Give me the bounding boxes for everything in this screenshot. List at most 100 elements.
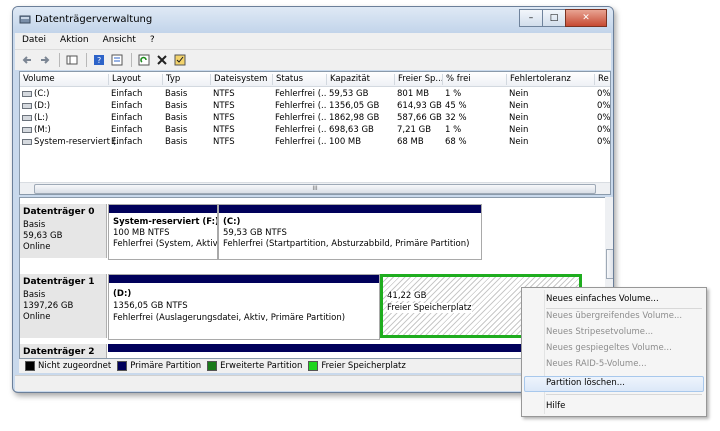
volume-name-cell: (L:) xyxy=(34,113,49,123)
table-row[interactable]: (M:) Einfach Basis NTFS Fehlerfrei (... 698,6… xyxy=(20,124,611,136)
table-cell: Nein xyxy=(509,113,529,123)
volume-name-cell: (D:) xyxy=(34,101,51,111)
close-button[interactable]: ✕ xyxy=(565,9,607,27)
menu-item-new-simple-volume[interactable]: Neues einfaches Volume... xyxy=(546,294,659,304)
table-cell: Basis xyxy=(165,89,188,99)
menu-help[interactable]: ? xyxy=(143,33,162,49)
column-header[interactable]: Typ xyxy=(162,74,180,85)
scrollbar-thumb[interactable]: III xyxy=(34,184,596,194)
table-cell: NTFS xyxy=(213,101,235,111)
table-cell: 801 MB xyxy=(397,89,430,99)
table-row[interactable]: (C:) Einfach Basis NTFS Fehlerfrei (... 59,53… xyxy=(20,88,611,100)
table-row[interactable]: (L:) Einfach Basis NTFS Fehlerfrei (... 1862,… xyxy=(20,112,611,124)
menu-item-new-striped-volume[interactable]: Neues Stripesetvolume... xyxy=(546,327,653,337)
table-cell: Basis xyxy=(165,101,188,111)
column-header[interactable]: Kapazität xyxy=(326,74,370,85)
table-row[interactable]: System-reserviert (... Einfach Basis NTFS Fe… xyxy=(20,136,611,148)
disk-name: Datenträger 2 xyxy=(23,347,95,357)
toolbar-separator xyxy=(59,53,60,67)
horizontal-scrollbar[interactable]: III xyxy=(20,182,610,194)
table-row[interactable]: (D:) Einfach Basis NTFS Fehlerfrei (... 1356,… xyxy=(20,100,611,112)
table-cell: Fehlerfrei (... xyxy=(275,101,327,111)
table-cell: NTFS xyxy=(213,125,235,135)
menu-gutter xyxy=(524,290,545,414)
column-header[interactable]: Re xyxy=(594,74,609,85)
window-controls: – □ ✕ xyxy=(519,9,607,27)
title-bar: Datenträgerverwaltung – □ ✕ xyxy=(13,7,613,33)
drive-icon xyxy=(22,115,32,121)
partition-c[interactable]: (C:) 59,53 GB NTFS Fehlerfrei (Startpart… xyxy=(218,204,482,260)
table-cell: 1356,05 GB xyxy=(329,101,380,111)
menu-item-help[interactable]: Hilfe xyxy=(546,401,565,411)
column-header[interactable]: Fehlertoleranz xyxy=(506,74,571,85)
column-header[interactable]: Volume xyxy=(20,74,55,85)
table-cell: 0% xyxy=(597,89,611,99)
disk-name: Datenträger 1 xyxy=(23,277,95,287)
legend-label: Nicht zugeordnet xyxy=(38,361,112,371)
refresh-icon[interactable] xyxy=(136,52,152,68)
disk-0-label[interactable]: Datenträger 0 Basis 59,63 GB Online xyxy=(20,204,107,258)
forward-arrow-icon[interactable] xyxy=(37,52,53,68)
disk-type: Basis xyxy=(23,220,46,230)
help-icon[interactable]: ? xyxy=(91,52,107,68)
partition-size: 1356,05 GB NTFS xyxy=(113,301,188,311)
checklist-icon[interactable] xyxy=(172,52,188,68)
table-cell: 32 % xyxy=(445,113,467,123)
column-header[interactable]: Dateisystem xyxy=(210,74,267,85)
disk-status: Online xyxy=(23,242,51,252)
scrollbar-thumb[interactable] xyxy=(606,249,613,279)
back-arrow-icon[interactable] xyxy=(19,52,35,68)
column-header[interactable]: Status xyxy=(272,74,303,85)
disk-name: Datenträger 0 xyxy=(23,207,95,217)
menu-item-new-mirrored-volume[interactable]: Neues gespiegeltes Volume... xyxy=(546,343,672,353)
menu-item-new-spanned-volume[interactable]: Neues übergreifendes Volume... xyxy=(546,311,682,321)
table-cell: 587,66 GB xyxy=(397,113,442,123)
table-cell: 1862,98 GB xyxy=(329,113,380,123)
partition-title: (C:) xyxy=(223,217,241,227)
drive-icon xyxy=(22,139,32,145)
menu-item-delete-partition[interactable]: Partition löschen... xyxy=(546,378,625,388)
primary-partition-bar xyxy=(109,275,379,283)
disk-1-label[interactable]: Datenträger 1 Basis 1397,26 GB Online xyxy=(20,274,107,338)
partition-size: 100 MB NTFS xyxy=(113,228,170,238)
disk-2-label[interactable]: Datenträger 2 xyxy=(20,344,107,358)
console-tree-icon[interactable] xyxy=(64,52,80,68)
legend-swatch xyxy=(207,361,218,371)
table-cell: Fehlerfrei (... xyxy=(275,137,327,147)
table-cell: 7,21 GB xyxy=(397,125,432,135)
partition-status: Fehlerfrei (Startpartition, Absturzabbil… xyxy=(223,239,470,249)
properties-icon[interactable] xyxy=(109,52,125,68)
partition-title: System-reserviert (F:) xyxy=(113,217,218,227)
toolbar-separator xyxy=(131,53,132,67)
table-cell: 0% xyxy=(597,113,611,123)
primary-partition-bar xyxy=(109,205,217,213)
column-header[interactable]: % frei xyxy=(442,74,471,85)
menu-aktion[interactable]: Aktion xyxy=(53,33,96,49)
disk-management-icon xyxy=(19,15,31,24)
table-cell: NTFS xyxy=(213,113,235,123)
delete-icon[interactable] xyxy=(154,52,170,68)
menu-ansicht[interactable]: Ansicht xyxy=(96,33,143,49)
partition-d[interactable]: (D:) 1356,05 GB NTFS Fehlerfrei (Auslage… xyxy=(108,274,380,340)
table-cell: 0% xyxy=(597,137,611,147)
svg-text:?: ? xyxy=(97,56,101,65)
disk-size: 1397,26 GB xyxy=(23,301,74,311)
partition-status: Fehlerfrei (Auslagerungsdatei, Aktiv, Pr… xyxy=(113,313,346,323)
table-cell: 0% xyxy=(597,101,611,111)
disk-type: Basis xyxy=(23,290,46,300)
table-cell: 59,53 GB xyxy=(329,89,369,99)
maximize-button[interactable]: □ xyxy=(542,9,566,27)
column-header[interactable]: Layout xyxy=(108,74,141,85)
toolbar: ? xyxy=(15,49,611,70)
menu-datei[interactable]: Datei xyxy=(15,33,53,49)
column-header[interactable]: Freier Sp... xyxy=(394,74,444,85)
table-cell: 1 % xyxy=(445,89,462,99)
partition-system-reserved[interactable]: System-reserviert (F:) 100 MB NTFS Fehle… xyxy=(108,204,218,260)
table-cell: Einfach xyxy=(111,125,143,135)
table-cell: 0% xyxy=(597,125,611,135)
minimize-button[interactable]: – xyxy=(519,9,543,27)
menu-item-new-raid5-volume[interactable]: Neues RAID-5-Volume... xyxy=(546,359,647,369)
table-cell: 1 % xyxy=(445,125,462,135)
disk-size: 59,63 GB xyxy=(23,231,63,241)
window-title: Datenträgerverwaltung xyxy=(35,14,153,25)
